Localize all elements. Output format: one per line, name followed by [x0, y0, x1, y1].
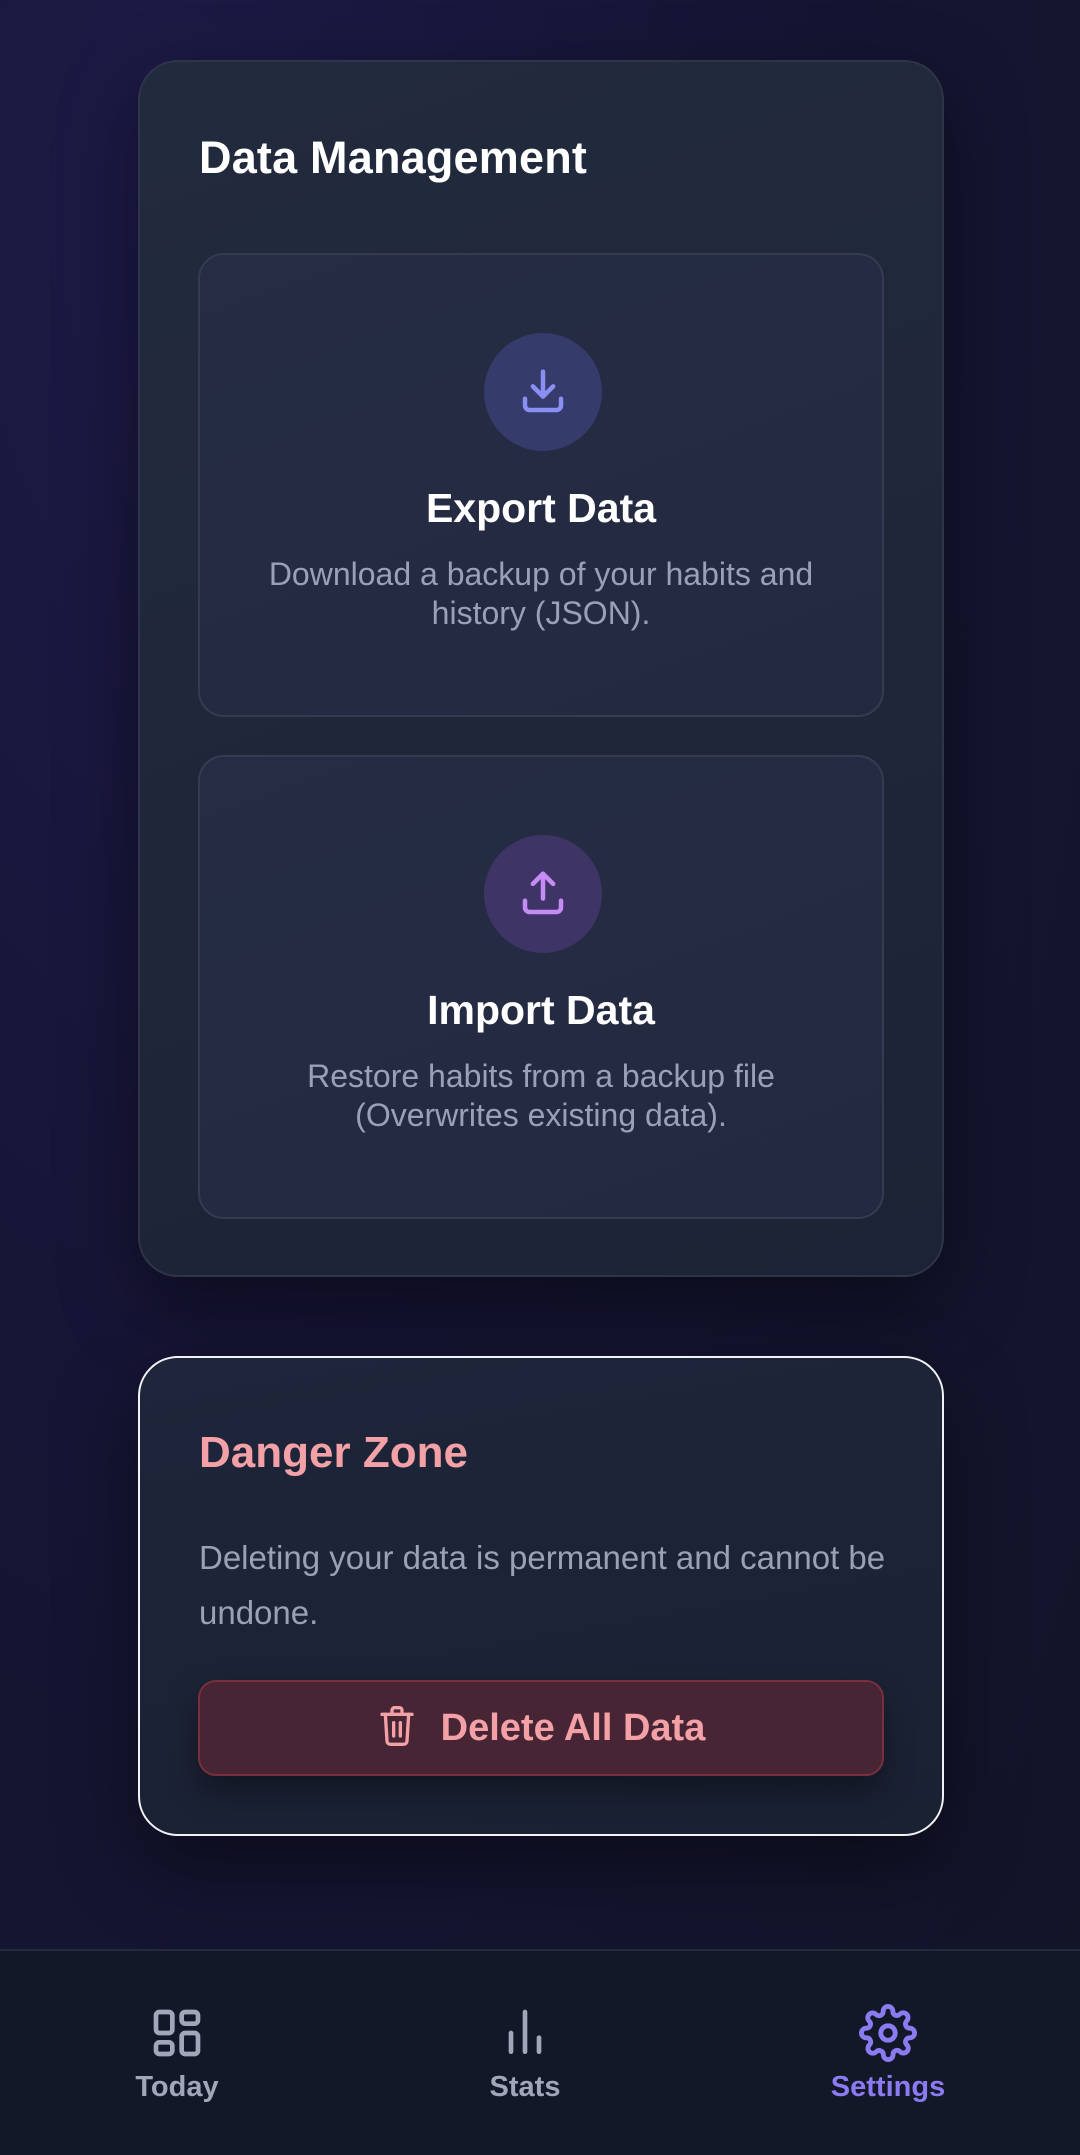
import-data-button[interactable]: Import Data Restore habits from a backup…: [198, 755, 884, 1219]
delete-all-data-label: Delete All Data: [440, 1706, 706, 1749]
danger-zone-title: Danger Zone: [199, 1428, 468, 1477]
export-data-title: Export Data: [425, 485, 657, 531]
nav-item-settings[interactable]: Settings: [788, 2003, 988, 2104]
grid-icon: [149, 2003, 205, 2063]
download-icon: [484, 333, 602, 451]
export-data-button[interactable]: Export Data Download a backup of your ha…: [198, 253, 884, 717]
nav-item-today[interactable]: Today: [77, 2003, 277, 2104]
nav-label-today: Today: [135, 2071, 219, 2103]
import-data-title: Import Data: [427, 987, 655, 1033]
export-data-description: Download a backup of your habits and his…: [268, 556, 814, 631]
bottom-nav: Today Stats Settings: [0, 1949, 1080, 2155]
danger-zone-description: Deleting your data is permanent and cann…: [199, 1539, 886, 1631]
nav-label-settings: Settings: [830, 2071, 946, 2103]
delete-all-data-button[interactable]: Delete All Data: [198, 1680, 884, 1776]
data-management-title: Data Management: [199, 132, 588, 183]
trash-icon: [377, 1704, 417, 1753]
nav-label-stats: Stats: [489, 2071, 561, 2103]
upload-icon: [484, 835, 602, 953]
nav-item-stats[interactable]: Stats: [425, 2003, 625, 2104]
danger-zone-card: Danger Zone Deleting your data is perman…: [138, 1356, 944, 1836]
import-data-description: Restore habits from a backup file (Overw…: [307, 1058, 775, 1133]
gear-icon: [859, 2003, 917, 2063]
bar-chart-icon: [497, 2003, 553, 2063]
data-management-card: Data Management Export Data Download a b…: [138, 60, 944, 1277]
